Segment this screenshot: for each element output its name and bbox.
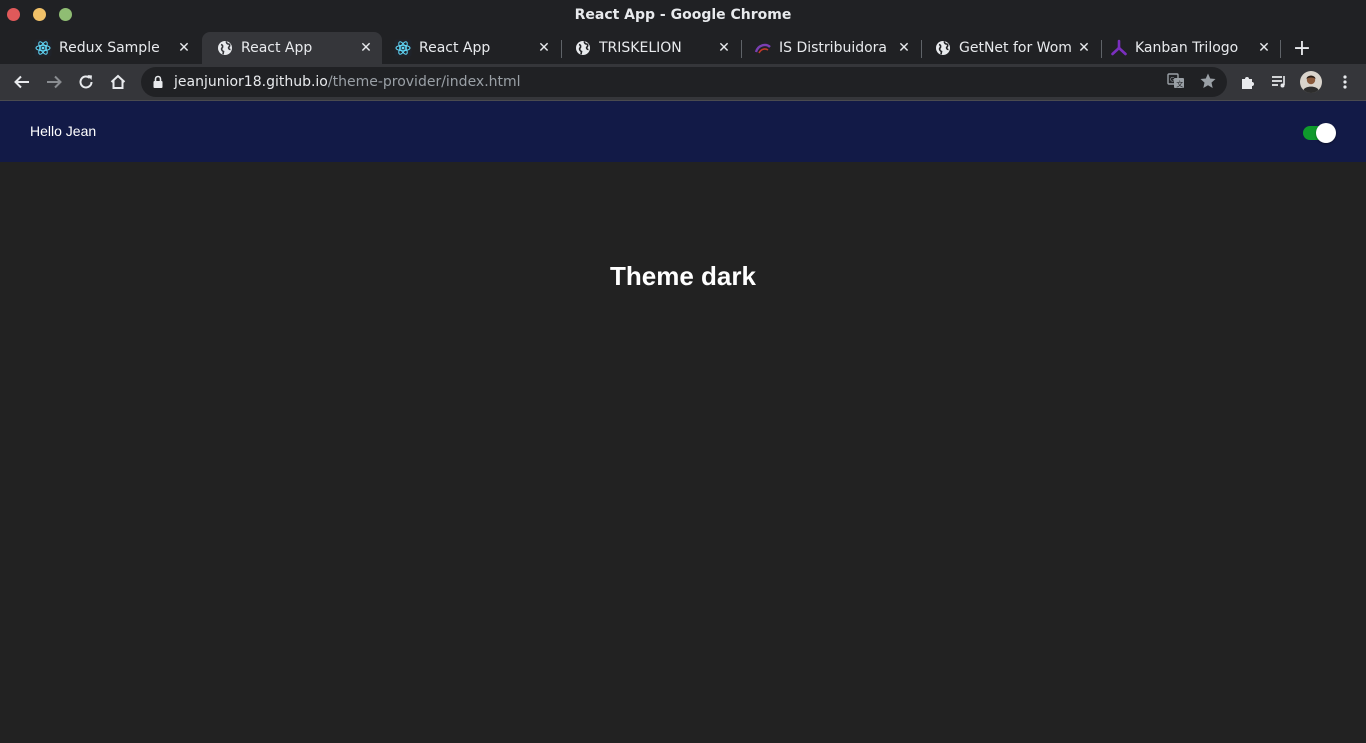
react-icon [34, 39, 52, 57]
tab-label: GetNet for Wom [959, 40, 1072, 56]
window-title: React App - Google Chrome [574, 7, 792, 23]
svg-text:文: 文 [1176, 80, 1183, 89]
home-button[interactable] [105, 69, 131, 95]
extensions-button[interactable] [1235, 69, 1261, 95]
translate-icon[interactable]: 文G [1167, 72, 1185, 94]
home-icon [110, 74, 126, 89]
theme-toggle-switch[interactable] [1303, 123, 1336, 143]
svg-text:G: G [1170, 77, 1175, 84]
back-button[interactable] [9, 69, 35, 95]
tab-react-app[interactable]: React App ✕ [380, 32, 560, 64]
omnibox-actions: 文G [1167, 72, 1217, 94]
tab-label: Redux Sample [59, 40, 160, 56]
react-icon [394, 39, 412, 57]
chrome-menu-button[interactable] [1332, 69, 1358, 95]
close-tab-icon[interactable]: ✕ [894, 38, 914, 58]
switch-knob [1316, 123, 1336, 143]
close-tab-icon[interactable]: ✕ [1254, 38, 1274, 58]
reload-icon [79, 75, 93, 89]
avatar-icon [1300, 71, 1322, 93]
new-tab-button[interactable]: + [1290, 36, 1314, 61]
url-text: jeanjunior18.github.io/theme-provider/in… [174, 74, 521, 90]
maximize-window-button[interactable] [59, 8, 72, 21]
tab-label: TRISKELION [599, 40, 682, 56]
tab-triskelion[interactable]: TRISKELION ✕ [560, 32, 740, 64]
tab-strip: Redux Sample ✕ React App ✕ React App ✕ T… [0, 30, 1366, 64]
window-controls [7, 8, 72, 21]
tab-label: IS Distribuidora [779, 40, 888, 56]
trilogo-icon [1110, 39, 1128, 57]
close-tab-icon[interactable]: ✕ [174, 38, 194, 58]
tab-label: React App [419, 40, 491, 56]
tab-label: Kanban Trilogo [1135, 40, 1239, 56]
url-path: /theme-provider/index.html [327, 74, 521, 90]
tab-separator [1280, 40, 1281, 58]
globe-icon [216, 39, 234, 57]
puzzle-icon [1242, 77, 1254, 89]
forward-arrow-icon [47, 75, 62, 89]
minimize-window-button[interactable] [33, 8, 46, 21]
bookmark-star-icon[interactable] [1199, 72, 1217, 94]
browser-toolbar: jeanjunior18.github.io/theme-provider/in… [0, 64, 1366, 101]
forward-button[interactable] [41, 69, 67, 95]
lock-icon [151, 75, 165, 89]
close-tab-icon[interactable]: ✕ [1074, 38, 1094, 58]
media-control-button[interactable] [1266, 69, 1292, 95]
main-content: Theme dark [0, 162, 1366, 743]
close-tab-icon[interactable]: ✕ [534, 38, 554, 58]
page-title: Theme dark [610, 261, 756, 291]
globe-icon [574, 39, 592, 57]
is-logo-icon [754, 39, 772, 57]
more-vert-icon [1343, 75, 1347, 89]
tab-is-distribuidora[interactable]: IS Distribuidora ✕ [740, 32, 920, 64]
close-tab-icon[interactable]: ✕ [714, 38, 734, 58]
profile-avatar[interactable] [1298, 69, 1324, 95]
window-titlebar: React App - Google Chrome [0, 0, 1366, 30]
tab-kanban-trilogo[interactable]: Kanban Trilogo ✕ [1100, 32, 1280, 64]
address-bar[interactable]: jeanjunior18.github.io/theme-provider/in… [141, 67, 1227, 97]
playlist-icon [1272, 76, 1285, 88]
tab-react-app-active[interactable]: React App ✕ [202, 32, 382, 64]
globe-icon [934, 39, 952, 57]
tab-redux-sample[interactable]: Redux Sample ✕ [20, 32, 200, 64]
url-host: jeanjunior18.github.io [174, 74, 328, 90]
back-arrow-icon [14, 75, 29, 89]
reload-button[interactable] [73, 69, 99, 95]
close-window-button[interactable] [7, 8, 20, 21]
tab-label: React App [241, 40, 313, 56]
tab-getnet[interactable]: GetNet for Wom ✕ [920, 32, 1100, 64]
close-tab-icon[interactable]: ✕ [356, 38, 376, 58]
app-header: Hello Jean [0, 101, 1366, 162]
greeting-text: Hello Jean [30, 123, 97, 139]
